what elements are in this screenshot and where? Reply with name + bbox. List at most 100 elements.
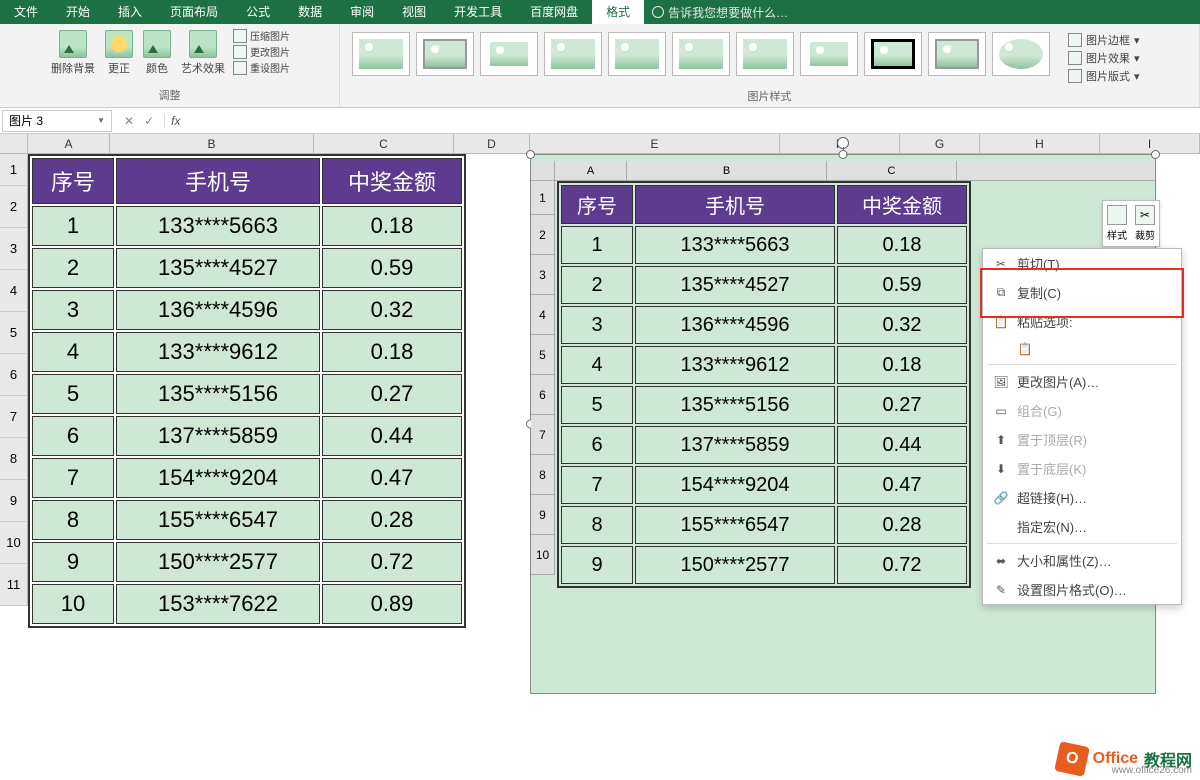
menu-size-properties[interactable]: ⬌大小和属性(Z)… bbox=[983, 546, 1181, 575]
table-row: 6137****58590.44 bbox=[561, 426, 967, 464]
row-header[interactable]: 1 bbox=[0, 154, 28, 186]
row-header[interactable]: 5 bbox=[0, 312, 28, 354]
col-header[interactable]: D bbox=[454, 134, 530, 153]
row-header[interactable]: 7 bbox=[0, 396, 28, 438]
menu-copy[interactable]: ⧉复制(C) bbox=[983, 278, 1181, 307]
th-amount: 中奖金额 bbox=[322, 158, 462, 204]
col-header[interactable]: B bbox=[110, 134, 314, 153]
menu-paste-options[interactable]: 📋粘贴选项: bbox=[983, 307, 1181, 336]
compress-icon bbox=[233, 29, 247, 43]
style-button[interactable]: 样式 bbox=[1107, 205, 1127, 242]
col-header[interactable]: I bbox=[1100, 134, 1200, 153]
col-header[interactable]: G bbox=[900, 134, 980, 153]
tab-file[interactable]: 文件 bbox=[0, 0, 52, 24]
row-header[interactable]: 8 bbox=[0, 438, 28, 480]
col-header[interactable]: A bbox=[28, 134, 110, 153]
style-item[interactable] bbox=[992, 32, 1050, 76]
col-header[interactable]: H bbox=[980, 134, 1100, 153]
mini-toolbar: 样式 裁剪 bbox=[1102, 200, 1160, 247]
change-picture-icon: 🖼 bbox=[993, 374, 1009, 390]
layout-icon bbox=[1068, 69, 1082, 83]
table-row: 2135****45270.59 bbox=[32, 248, 462, 288]
accept-formula-button[interactable]: ✓ bbox=[144, 114, 154, 128]
reset-picture-button[interactable]: 重设图片 bbox=[233, 60, 290, 75]
column-headers: A B C D E F G H I bbox=[0, 134, 1200, 154]
menu-cut[interactable]: ✂剪切(T) bbox=[983, 249, 1181, 278]
compress-picture-button[interactable]: 压缩图片 bbox=[233, 28, 290, 43]
style-item[interactable] bbox=[672, 32, 730, 76]
table-row: 9150****25770.72 bbox=[32, 542, 462, 582]
corrections-button[interactable]: 更正 bbox=[103, 28, 135, 78]
row-header[interactable]: 2 bbox=[0, 186, 28, 228]
tab-developer[interactable]: 开发工具 bbox=[440, 0, 516, 24]
row-header[interactable]: 9 bbox=[0, 480, 28, 522]
style-item[interactable] bbox=[352, 32, 410, 76]
resize-handle[interactable] bbox=[526, 150, 535, 159]
tab-pagelayout[interactable]: 页面布局 bbox=[156, 0, 232, 24]
row-header[interactable]: 6 bbox=[0, 354, 28, 396]
menu-assign-macro[interactable]: 指定宏(N)… bbox=[983, 512, 1181, 541]
table-row: 7154****92040.47 bbox=[561, 466, 967, 504]
tell-me[interactable]: 告诉我您想要做什么… bbox=[644, 4, 788, 21]
style-item[interactable] bbox=[928, 32, 986, 76]
tab-review[interactable]: 审阅 bbox=[336, 0, 388, 24]
picture-effects-button[interactable]: 图片效果 ▾ bbox=[1068, 50, 1140, 66]
size-icon: ⬌ bbox=[993, 553, 1009, 569]
tab-data[interactable]: 数据 bbox=[284, 0, 336, 24]
resize-handle[interactable] bbox=[1151, 150, 1160, 159]
style-item[interactable] bbox=[736, 32, 794, 76]
group-icon: ▭ bbox=[993, 403, 1009, 419]
style-icon bbox=[1107, 205, 1127, 225]
name-box[interactable]: 图片 3▼ bbox=[2, 110, 112, 132]
chevron-down-icon[interactable]: ▼ bbox=[97, 116, 105, 125]
style-item[interactable] bbox=[800, 32, 858, 76]
table-row: 1133****56630.18 bbox=[32, 206, 462, 246]
col-header[interactable]: E bbox=[530, 134, 780, 153]
tab-view[interactable]: 视图 bbox=[388, 0, 440, 24]
tab-home[interactable]: 开始 bbox=[52, 0, 104, 24]
table-row: 7154****92040.47 bbox=[32, 458, 462, 498]
resize-handle[interactable] bbox=[839, 150, 848, 159]
picture-layout-button[interactable]: 图片版式 ▾ bbox=[1068, 68, 1140, 84]
tab-format[interactable]: 格式 bbox=[592, 0, 644, 24]
select-all-corner[interactable] bbox=[0, 134, 28, 153]
remove-background-button[interactable]: 删除背景 bbox=[49, 28, 97, 78]
effects-icon bbox=[1068, 51, 1082, 65]
artistic-effects-button[interactable]: 艺术效果 bbox=[179, 28, 227, 78]
watermark: O Office教程网 www.office26.com bbox=[1057, 744, 1192, 774]
tab-insert[interactable]: 插入 bbox=[104, 0, 156, 24]
tab-baidu[interactable]: 百度网盘 bbox=[516, 0, 592, 24]
menu-change-picture[interactable]: 🖼更改图片(A)… bbox=[983, 367, 1181, 396]
style-item[interactable] bbox=[480, 32, 538, 76]
row-header[interactable]: 11 bbox=[0, 564, 28, 606]
style-item[interactable] bbox=[864, 32, 922, 76]
crop-button[interactable]: 裁剪 bbox=[1135, 205, 1155, 242]
picture-styles-gallery[interactable] bbox=[348, 28, 1054, 80]
color-button[interactable]: 颜色 bbox=[141, 28, 173, 78]
picture-border-button[interactable]: 图片边框 ▾ bbox=[1068, 32, 1140, 48]
row-header[interactable]: 10 bbox=[0, 522, 28, 564]
menu-hyperlink[interactable]: 🔗超链接(H)… bbox=[983, 483, 1181, 512]
fx-button[interactable]: fx bbox=[164, 114, 180, 128]
bulb-icon bbox=[652, 6, 664, 18]
menu-group[interactable]: ▭组合(G) bbox=[983, 396, 1181, 425]
style-item[interactable] bbox=[544, 32, 602, 76]
data-table-main: 序号 手机号 中奖金额 1133****56630.182135****4527… bbox=[28, 154, 466, 628]
style-item[interactable] bbox=[608, 32, 666, 76]
menu-paste-pic[interactable]: 📋 bbox=[983, 336, 1181, 362]
change-picture-button[interactable]: 更改图片 bbox=[233, 44, 290, 59]
style-item[interactable] bbox=[416, 32, 474, 76]
tab-formulas[interactable]: 公式 bbox=[232, 0, 284, 24]
menu-format-picture[interactable]: ✎设置图片格式(O)… bbox=[983, 575, 1181, 604]
menu-bring-front[interactable]: ⬆置于顶层(R) bbox=[983, 425, 1181, 454]
send-back-icon: ⬇ bbox=[993, 461, 1009, 477]
table-row: 1133****56630.18 bbox=[561, 226, 967, 264]
row-header[interactable]: 3 bbox=[0, 228, 28, 270]
reset-icon bbox=[233, 61, 247, 75]
rotation-handle[interactable] bbox=[837, 137, 849, 149]
col-header[interactable]: C bbox=[314, 134, 454, 153]
row-header[interactable]: 4 bbox=[0, 270, 28, 312]
table-row: 6137****58590.44 bbox=[32, 416, 462, 456]
cancel-formula-button[interactable]: ✕ bbox=[124, 114, 134, 128]
menu-send-back[interactable]: ⬇置于底层(K) bbox=[983, 454, 1181, 483]
